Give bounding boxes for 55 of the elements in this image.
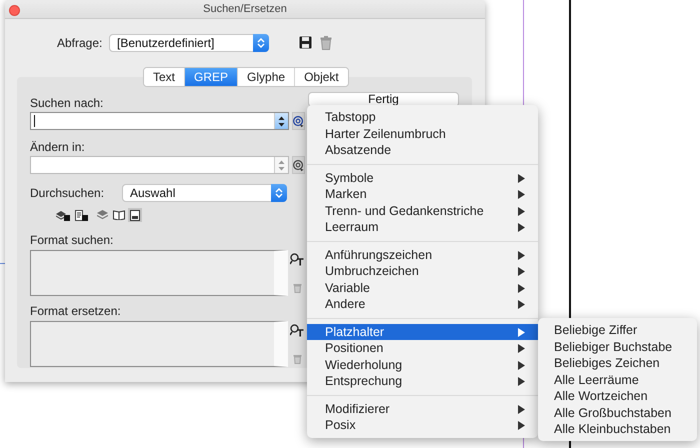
search-option-button[interactable] [54,208,72,222]
menu-item[interactable]: Umbruchzeichen [307,263,538,280]
menu-item[interactable]: Platzhalter [307,324,538,340]
query-label: Abfrage: [57,36,104,50]
window-title: Suchen/Ersetzen [203,3,287,15]
locked-document-icon [75,210,88,220]
stack-icon [97,210,108,220]
locked-layers-icon [56,210,70,220]
stepper-icon [278,160,285,170]
menu-item[interactable]: Beliebiger Buchstabe [538,338,697,355]
menu-item[interactable]: Alle Wortzeichen [538,388,697,404]
search-in-label: Durchsuchen: [30,186,106,200]
menu-item[interactable]: Beliebiges Zeichen [538,355,697,372]
menu-item[interactable]: Alle Leerräume [538,372,697,388]
menu-item[interactable]: Trenn- und Gedankenstriche [307,202,538,219]
chevron-icon [257,36,265,48]
menu-item[interactable]: Absatzende [307,142,538,158]
menu-item[interactable]: Alle Kleinbuchstaben [538,421,697,438]
menu-item[interactable]: Modifizierer [307,400,538,417]
search-option-button[interactable] [111,208,127,222]
format-label: Format ersetzen: [30,305,122,318]
menu-item[interactable]: Posix [307,417,538,434]
stepper-icon [278,116,285,126]
text-field[interactable] [30,156,289,174]
menu-item[interactable]: Beliebige Ziffer [538,322,697,338]
field-label: Suchen nach: [30,97,104,110]
special-characters-button[interactable] [292,112,305,130]
query-dropdown[interactable]: [Benutzerdefiniert] [109,34,269,52]
search-option-button[interactable] [73,208,90,222]
tab[interactable]: Objekt [294,68,348,86]
save-icon[interactable] [299,36,312,49]
menu-item[interactable]: Alle Großbuchstaben [538,404,697,421]
search-option-button[interactable] [128,208,142,222]
magnifier-text-icon[interactable] [290,324,304,337]
format-label: Format suchen: [30,234,114,247]
menu-item[interactable]: Positionen [307,340,538,356]
menu-item[interactable]: Marken [307,186,538,202]
special-characters-button[interactable] [292,156,305,174]
menu-item[interactable]: Harter Zeilenumbruch [307,126,538,142]
book-icon [113,210,125,220]
menu-item[interactable]: Andere [307,296,538,312]
magnifier-text-icon[interactable] [290,253,304,266]
menu-item[interactable]: Symbole [307,170,538,186]
menu-item[interactable]: Anführungszeichen [307,246,538,263]
menu-item[interactable]: Wiederholung [307,356,538,373]
menu-item[interactable]: Entsprechung [307,373,538,390]
chevron-icon [275,186,283,198]
field-label: Ändern in: [30,141,86,154]
page-icon [130,210,140,220]
close-button[interactable] [9,5,20,16]
text-field[interactable] [30,112,289,130]
menu-item[interactable]: Tabstopp [307,109,538,126]
search-in-dropdown[interactable]: Auswahl [122,184,287,202]
menu-item[interactable]: Variable [307,280,538,296]
menu-item[interactable]: Leerraum [307,219,538,236]
